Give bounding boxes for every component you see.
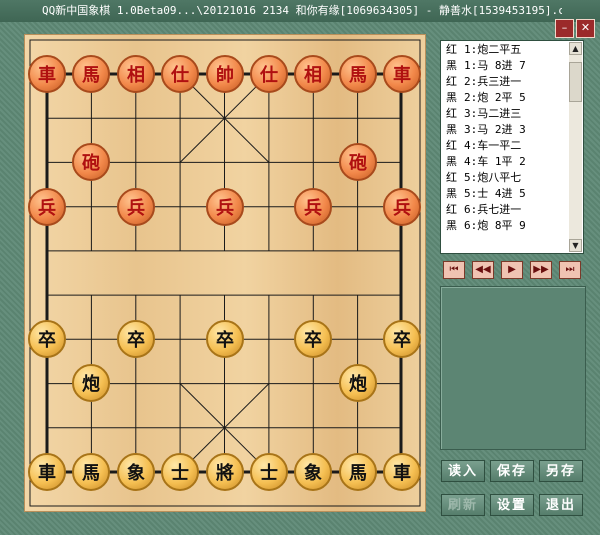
black-horse[interactable]: 馬 xyxy=(339,453,377,491)
exit-button[interactable]: 退出 xyxy=(539,494,583,516)
black-advisor[interactable]: 士 xyxy=(161,453,199,491)
red-advisor[interactable]: 仕 xyxy=(161,55,199,93)
black-chariot[interactable]: 車 xyxy=(28,453,66,491)
red-soldier[interactable]: 兵 xyxy=(117,188,155,226)
move-row[interactable]: 黑 5:士 4进 5 xyxy=(443,186,568,202)
move-list[interactable]: 红 1:炮二平五 黑 1:马 8进 7 红 2:兵三进一 黑 2:炮 2平 5 红 3:马… xyxy=(440,40,584,254)
save-button[interactable]: 保存 xyxy=(490,460,534,482)
black-advisor[interactable]: 士 xyxy=(250,453,288,491)
scroll-thumb[interactable] xyxy=(569,62,582,102)
move-row[interactable]: 红 2:兵三进一 xyxy=(443,74,568,90)
red-cannon[interactable]: 砲 xyxy=(339,143,377,181)
move-row[interactable]: 红 5:炮八平七 xyxy=(443,170,568,186)
black-soldier[interactable]: 卒 xyxy=(28,320,66,358)
black-horse[interactable]: 馬 xyxy=(72,453,110,491)
move-row[interactable]: 黑 1:马 8进 7 xyxy=(443,58,568,74)
red-chariot[interactable]: 車 xyxy=(28,55,66,93)
black-soldier[interactable]: 卒 xyxy=(206,320,244,358)
black-chariot[interactable]: 車 xyxy=(383,453,421,491)
red-cannon[interactable]: 砲 xyxy=(72,143,110,181)
red-general[interactable]: 帥 xyxy=(206,55,244,93)
settings-button[interactable]: 设置 xyxy=(490,494,534,516)
red-soldier[interactable]: 兵 xyxy=(28,188,66,226)
move-row[interactable]: 红 4:车一平二 xyxy=(443,138,568,154)
move-row[interactable]: 黑 3:马 2进 3 xyxy=(443,122,568,138)
move-row[interactable]: 红 1:炮二平五 xyxy=(443,42,568,58)
red-chariot[interactable]: 車 xyxy=(383,55,421,93)
comment-box[interactable] xyxy=(440,286,586,450)
title-bar: QQ新中国象棋 1.0Beta09...\20121016 2134 和你有缘[… xyxy=(0,0,600,22)
move-row[interactable]: 红 6:兵七进一 xyxy=(443,202,568,218)
black-elephant[interactable]: 象 xyxy=(294,453,332,491)
black-soldier[interactable]: 卒 xyxy=(117,320,155,358)
red-elephant[interactable]: 相 xyxy=(294,55,332,93)
chess-board[interactable] xyxy=(24,34,426,512)
move-row[interactable]: 红 3:马二进三 xyxy=(443,106,568,122)
red-advisor[interactable]: 仕 xyxy=(250,55,288,93)
board-grid xyxy=(29,39,421,507)
move-list-rows: 红 1:炮二平五 黑 1:马 8进 7 红 2:兵三进一 黑 2:炮 2平 5 红 3:马… xyxy=(443,42,568,252)
load-button[interactable]: 读入 xyxy=(441,460,485,482)
first-move-button[interactable]: ⏮ xyxy=(443,261,465,279)
black-soldier[interactable]: 卒 xyxy=(383,320,421,358)
red-soldier[interactable]: 兵 xyxy=(294,188,332,226)
red-horse[interactable]: 馬 xyxy=(339,55,377,93)
refresh-button[interactable]: 刷新 xyxy=(441,494,485,516)
move-list-scrollbar[interactable]: ▲ ▼ xyxy=(569,42,582,252)
last-move-button[interactable]: ⏭ xyxy=(559,261,581,279)
play-button[interactable]: ▶ xyxy=(501,261,523,279)
scroll-up-arrow-icon[interactable]: ▲ xyxy=(569,42,582,55)
save-as-button[interactable]: 另存 xyxy=(539,460,583,482)
red-elephant[interactable]: 相 xyxy=(117,55,155,93)
red-horse[interactable]: 馬 xyxy=(72,55,110,93)
move-row[interactable]: 黑 4:车 1平 2 xyxy=(443,154,568,170)
move-row[interactable]: 黑 2:炮 2平 5 xyxy=(443,90,568,106)
black-elephant[interactable]: 象 xyxy=(117,453,155,491)
move-row[interactable]: 黑 6:炮 8平 9 xyxy=(443,218,568,234)
red-soldier[interactable]: 兵 xyxy=(206,188,244,226)
black-cannon[interactable]: 炮 xyxy=(72,364,110,402)
red-soldier[interactable]: 兵 xyxy=(383,188,421,226)
minimize-button[interactable]: – xyxy=(555,19,574,38)
previous-move-button[interactable]: ◀◀ xyxy=(472,261,494,279)
close-button[interactable]: ✕ xyxy=(576,19,595,38)
black-general[interactable]: 將 xyxy=(206,453,244,491)
scroll-down-arrow-icon[interactable]: ▼ xyxy=(569,239,582,252)
black-soldier[interactable]: 卒 xyxy=(294,320,332,358)
window-title: QQ新中国象棋 1.0Beta09...\20121016 2134 和你有缘[… xyxy=(42,4,562,17)
next-move-button[interactable]: ▶▶ xyxy=(530,261,552,279)
black-cannon[interactable]: 炮 xyxy=(339,364,377,402)
